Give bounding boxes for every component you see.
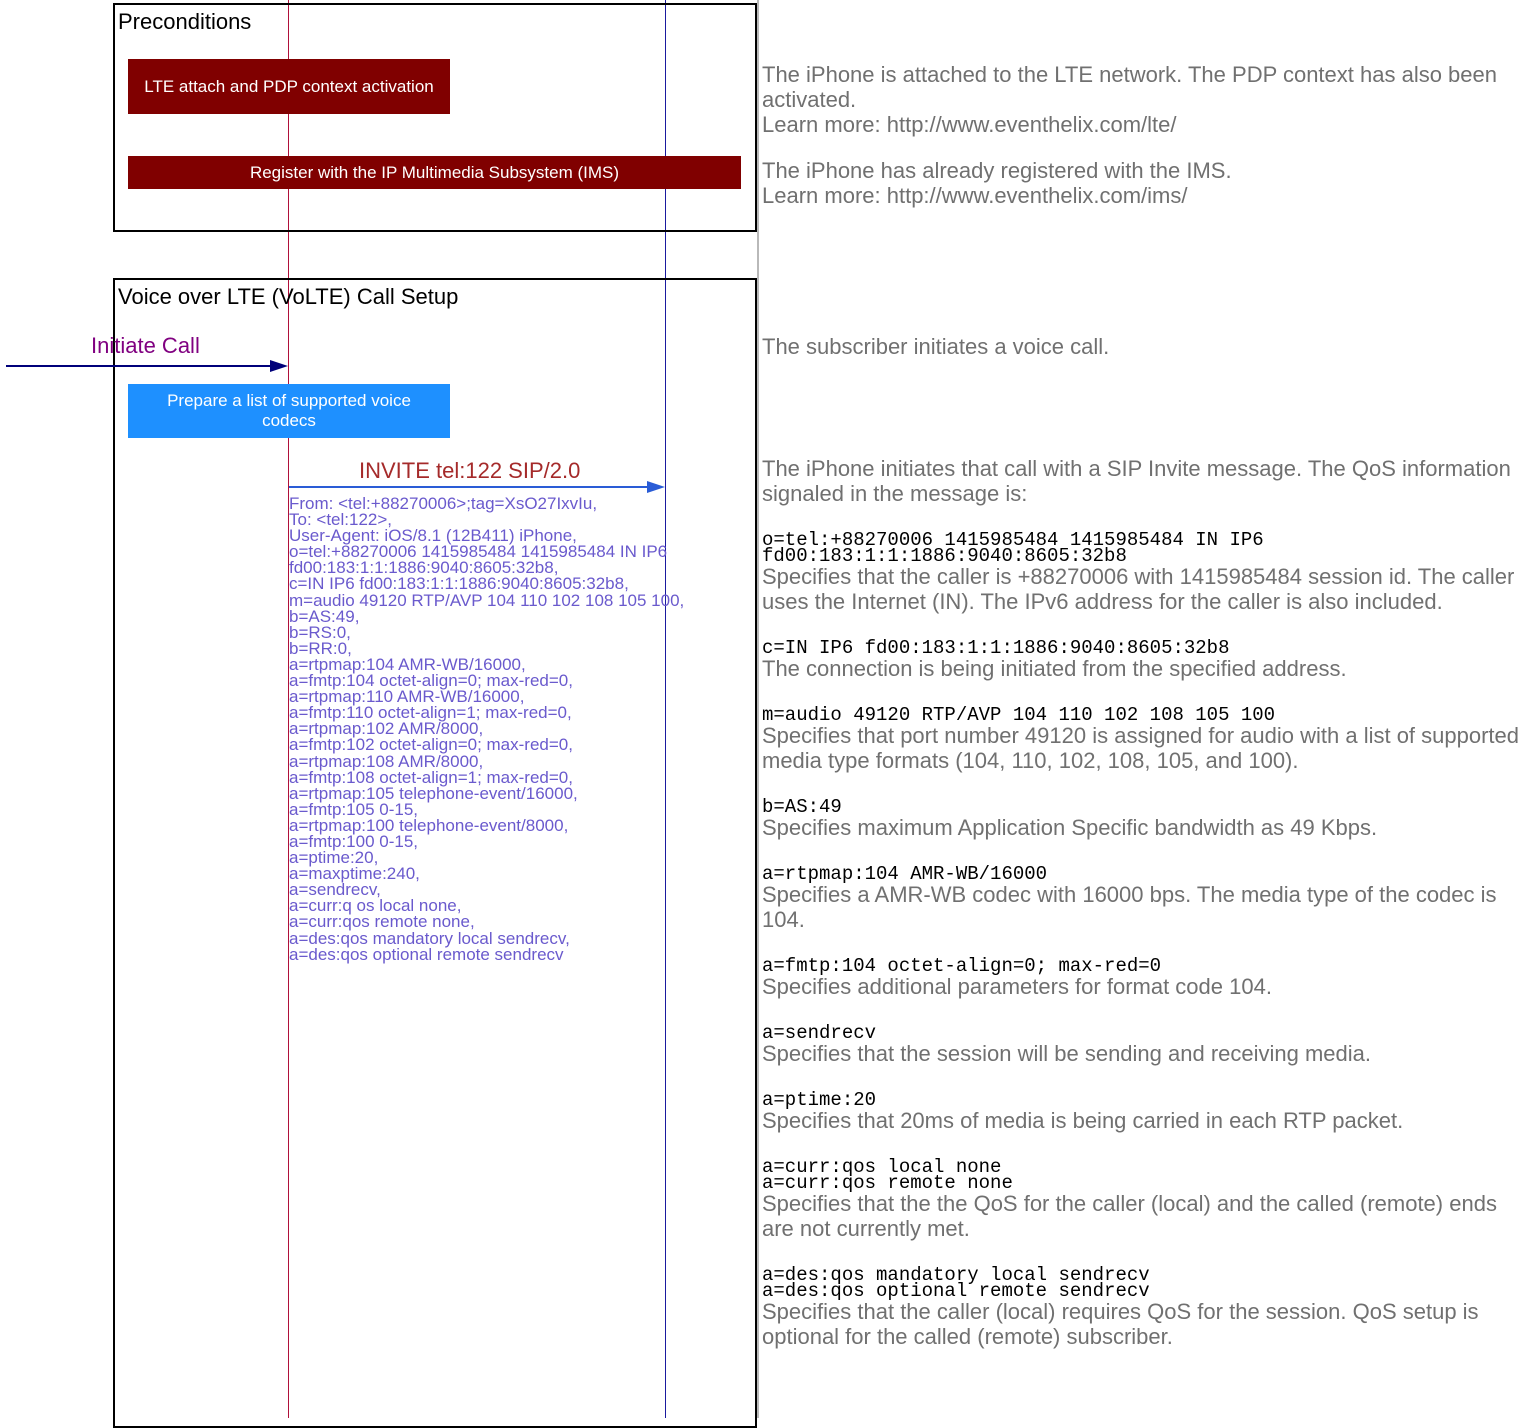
note-ims-register: The iPhone has already registered with t… <box>762 158 1522 208</box>
sdp-code-line: c=IN IP6 fd00:183:1:1:1886:9040:8605:32b… <box>762 637 1230 659</box>
sdp-code-line: m=audio 49120 RTP/AVP 104 110 102 108 10… <box>762 704 1276 726</box>
invite-explanation: a=ptime:20 Specifies that 20ms of media i… <box>762 1089 1522 1134</box>
sdp-code-line: a=rtpmap:104 AMR-WB/16000 <box>762 863 1048 885</box>
invite-explanation: a=des:qos mandatory local sendrecv a=des:… <box>762 1266 1522 1350</box>
note-ims-register-link: Learn more: http://www.eventhelix.com/im… <box>762 183 1188 208</box>
invite-explanation: c=IN IP6 fd00:183:1:1:1886:9040:8605:32b… <box>762 637 1522 682</box>
invite-explanation: a=rtpmap:104 AMR-WB/16000 Specifies a AMR… <box>762 863 1522 933</box>
invite-body-line: b=AS:49, <box>289 606 360 626</box>
sdp-explanation-text: Specifies that the the QoS for the calle… <box>762 1191 1497 1241</box>
sdp-code-line: b=AS:49 <box>762 796 842 818</box>
note-lte-attach: The iPhone is attached to the LTE networ… <box>762 62 1522 137</box>
note-lte-attach-link: Learn more: http://www.eventhelix.com/lt… <box>762 112 1177 137</box>
note-invite-intro: The iPhone initiates that call with a SI… <box>762 456 1511 506</box>
invite-explanation: a=curr:qos local none a=curr:qos remote n… <box>762 1158 1522 1242</box>
invite-explanation: b=AS:49 Specifies maximum Application Spe… <box>762 796 1522 841</box>
sdp-explanation-text: Specifies additional parameters for form… <box>762 974 1272 999</box>
sdp-explanation-text: Specifies that the caller (local) requir… <box>762 1299 1479 1349</box>
sdp-explanation-text: Specifies maximum Application Specific b… <box>762 815 1378 840</box>
invite-arrow <box>289 481 665 493</box>
initiate-call-arrow <box>6 360 288 372</box>
note-initiate-call: The subscriber initiates a voice call. <box>762 334 1522 359</box>
invite-body-line: a=des:qos optional remote sendrecv <box>289 944 564 964</box>
invite-explanation: a=sendrecv Specifies that the session wil… <box>762 1022 1522 1067</box>
note-lte-attach-text: The iPhone is attached to the LTE networ… <box>762 62 1498 112</box>
sdp-code-line: a=ptime:20 <box>762 1089 877 1111</box>
invite-explanation: a=fmtp:104 octet-align=0; max-red=0 Speci… <box>762 955 1522 1000</box>
sdp-explanation-text: The connection is being initiated from t… <box>762 656 1347 681</box>
sdp-explanation-text: Specifies that the caller is +88270006 w… <box>762 564 1515 614</box>
sdp-explanation-text: Specifies that the session will be sendi… <box>762 1041 1372 1066</box>
invite-message-body: From: <tel:+88270006>;tag=XsO27IxvIu, To:… <box>289 495 749 964</box>
note-invite: The iPhone initiates that call with a SI… <box>762 456 1522 1349</box>
note-ims-register-text: The iPhone has already registered with t… <box>762 158 1232 183</box>
sdp-explanation-text: Specifies that port number 49120 is assi… <box>762 723 1520 773</box>
sdp-code-line: a=fmtp:104 octet-align=0; max-red=0 <box>762 955 1162 977</box>
invite-body-line: b=RS:0, <box>289 622 351 642</box>
sdp-code-line: a=sendrecv <box>762 1022 877 1044</box>
invite-explanation: m=audio 49120 RTP/AVP 104 110 102 108 10… <box>762 704 1522 774</box>
note-initiate-call-text: The subscriber initiates a voice call. <box>762 334 1110 359</box>
invite-explanations: o=tel:+88270006 1415985484 1415985484 IN… <box>762 531 1522 1350</box>
invite-explanation: o=tel:+88270006 1415985484 1415985484 IN… <box>762 531 1522 615</box>
sdp-explanation-text: Specifies a AMR-WB codec with 16000 bps.… <box>762 882 1497 932</box>
sdp-code-line: a=curr:qos remote none <box>762 1172 1013 1194</box>
sdp-code-line: a=des:qos optional remote sendrecv <box>762 1280 1150 1302</box>
sdp-explanation-text: Specifies that 20ms of media is being ca… <box>762 1108 1404 1133</box>
